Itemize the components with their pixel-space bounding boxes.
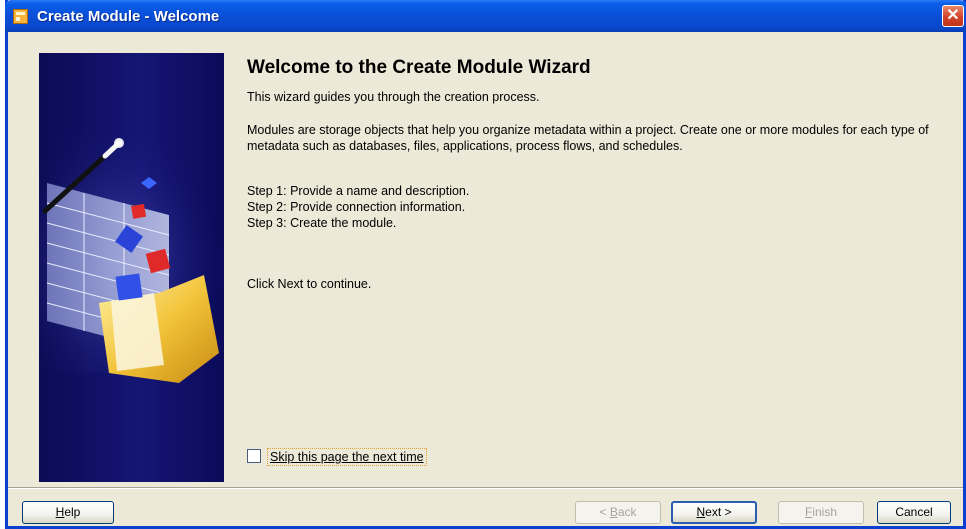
checkbox-box[interactable] <box>247 449 261 463</box>
wizard-illustration <box>39 53 224 482</box>
intro-text: This wizard guides you through the creat… <box>247 90 540 104</box>
step-1-text: Step 1: Provide a name and description. <box>247 184 470 198</box>
step-2-text: Step 2: Provide connection information. <box>247 200 466 214</box>
back-button[interactable]: < Back <box>575 501 661 524</box>
help-button[interactable]: Help <box>22 501 114 524</box>
step-3-text: Step 3: Create the module. <box>247 216 397 230</box>
wizard-graphic <box>39 133 224 383</box>
cancel-button[interactable]: Cancel <box>877 501 951 524</box>
next-button[interactable]: Next > <box>671 501 757 524</box>
skip-page-label[interactable]: Skip this page the next time <box>267 448 427 466</box>
cube-icon <box>131 203 147 219</box>
window-title: Create Module - Welcome <box>37 8 220 25</box>
wizard-window: Create Module - Welcome ✕ Welcome to the… <box>5 0 966 529</box>
button-divider <box>8 487 963 489</box>
finish-button[interactable]: Finish <box>778 501 864 524</box>
wizard-heading: Welcome to the Create Module Wizard <box>247 57 591 78</box>
description-text: Modules are storage objects that help yo… <box>247 123 929 153</box>
app-icon <box>13 9 28 24</box>
continue-text: Click Next to continue. <box>247 277 372 291</box>
close-button[interactable]: ✕ <box>942 5 964 27</box>
title-bar[interactable]: Create Module - Welcome ✕ <box>5 0 966 32</box>
cube-icon <box>115 273 143 301</box>
